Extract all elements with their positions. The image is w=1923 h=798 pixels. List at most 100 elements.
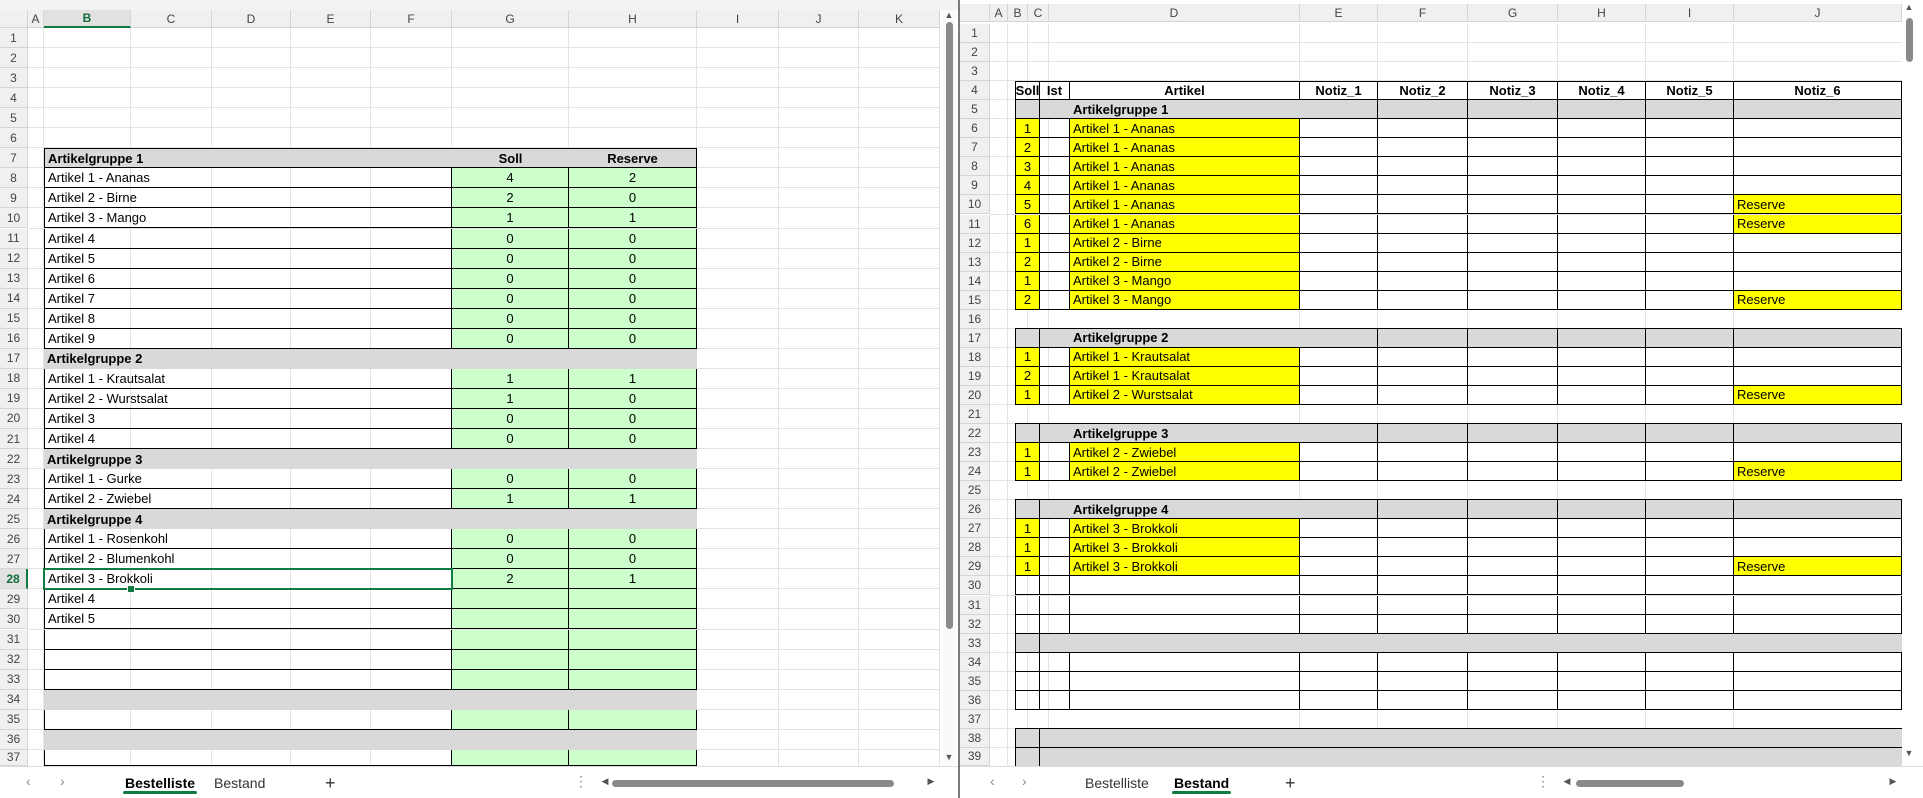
row-header[interactable]: 31	[0, 629, 28, 650]
row-header[interactable]: 39	[960, 747, 990, 766]
row-header[interactable]: 14	[0, 288, 28, 309]
row-header[interactable]: 13	[960, 252, 990, 272]
empty-cell[interactable]	[1468, 671, 1558, 691]
notiz-cell[interactable]	[1558, 290, 1646, 310]
row-header[interactable]: 33	[0, 669, 28, 690]
row-header[interactable]: 21	[960, 405, 990, 425]
column-header[interactable]: F	[371, 10, 452, 28]
notiz-cell[interactable]	[1378, 157, 1468, 177]
notiz-cell[interactable]	[1558, 157, 1646, 177]
notiz-cell[interactable]	[1558, 271, 1646, 291]
row-header[interactable]: 10	[0, 208, 28, 229]
empty-cell[interactable]	[44, 629, 452, 650]
row-header[interactable]: 29	[960, 557, 990, 577]
notiz-cell[interactable]	[1558, 385, 1646, 405]
notiz-cell[interactable]	[1300, 538, 1378, 558]
reserve-value-cell[interactable]: 1	[569, 368, 697, 389]
soll-value-cell[interactable]: 1	[1015, 462, 1040, 482]
soll-value-cell[interactable]: 1	[1015, 538, 1040, 558]
ist-value-cell[interactable]	[1040, 157, 1070, 177]
empty-cell[interactable]	[44, 669, 452, 690]
row-header[interactable]: 2	[0, 48, 28, 69]
item-name-cell[interactable]: Artikel 4	[44, 228, 452, 249]
notiz-cell[interactable]	[1646, 385, 1734, 405]
notiz-cell[interactable]	[1468, 214, 1558, 234]
reserve-value-cell[interactable]	[569, 609, 697, 630]
notiz-cell[interactable]	[1646, 214, 1734, 234]
notiz-cell[interactable]	[1558, 443, 1646, 463]
notiz6-cell[interactable]: Reserve	[1734, 385, 1902, 405]
row-header[interactable]: 13	[0, 268, 28, 289]
notiz-cell[interactable]	[1300, 443, 1378, 463]
notiz6-cell[interactable]: Reserve	[1734, 214, 1902, 234]
row-header[interactable]: 36	[960, 690, 990, 710]
empty-cell[interactable]	[1734, 671, 1902, 691]
notiz-cell[interactable]	[1378, 347, 1468, 367]
notiz6-cell[interactable]: Reserve	[1734, 195, 1902, 215]
item-name-cell[interactable]: Artikel 3 - Mango	[44, 208, 452, 229]
row-header[interactable]: 34	[0, 689, 28, 710]
empty-cell[interactable]	[1040, 671, 1070, 691]
column-header[interactable]: F	[1378, 4, 1468, 22]
notiz-cell[interactable]	[1300, 195, 1378, 215]
artikel-cell[interactable]: Artikel 1 - Ananas	[1070, 157, 1300, 177]
artikel-cell[interactable]: Artikel 1 - Krautsalat	[1070, 366, 1300, 386]
soll-value-cell[interactable]: 0	[452, 268, 569, 289]
notiz6-cell[interactable]	[1734, 119, 1902, 139]
soll-value-cell[interactable]: 1	[452, 368, 569, 389]
notiz-cell[interactable]	[1300, 271, 1378, 291]
item-name-cell[interactable]: Artikel 4	[44, 429, 452, 450]
empty-cell[interactable]	[569, 709, 697, 730]
scroll-up-icon[interactable]: ▲	[942, 10, 956, 20]
notiz-cell[interactable]	[1300, 157, 1378, 177]
reserve-value-cell[interactable]: 0	[569, 248, 697, 269]
notiz-cell[interactable]	[1468, 443, 1558, 463]
scrollbar-thumb[interactable]	[1906, 18, 1913, 62]
notiz-cell[interactable]	[1646, 557, 1734, 577]
column-header[interactable]: G	[1468, 4, 1558, 22]
row-header[interactable]: 28	[0, 569, 28, 590]
scroll-right-icon[interactable]: ▶	[1886, 776, 1900, 787]
row-header[interactable]: 20	[960, 385, 990, 405]
notiz-cell[interactable]	[1300, 385, 1378, 405]
notiz-cell[interactable]	[1300, 214, 1378, 234]
ist-value-cell[interactable]	[1040, 176, 1070, 196]
notiz-cell[interactable]	[1646, 366, 1734, 386]
empty-cell[interactable]	[1558, 614, 1646, 634]
empty-cell[interactable]	[1646, 690, 1734, 710]
reserve-value-cell[interactable]: 0	[569, 408, 697, 429]
row-header[interactable]: 34	[960, 652, 990, 672]
notiz-cell[interactable]	[1646, 233, 1734, 253]
artikel-cell[interactable]: Artikel 1 - Ananas	[1070, 195, 1300, 215]
soll-value-cell[interactable]: 1	[452, 388, 569, 409]
notiz-cell[interactable]	[1378, 214, 1468, 234]
item-name-cell[interactable]: Artikel 2 - Zwiebel	[44, 489, 452, 510]
soll-value-cell[interactable]: 2	[1015, 290, 1040, 310]
artikel-cell[interactable]: Artikel 2 - Wurstsalat	[1070, 385, 1300, 405]
empty-cell[interactable]	[1734, 652, 1902, 672]
notiz6-cell[interactable]	[1734, 233, 1902, 253]
notiz-cell[interactable]	[1558, 138, 1646, 158]
ist-value-cell[interactable]	[1040, 195, 1070, 215]
artikel-cell[interactable]: Artikel 1 - Krautsalat	[1070, 347, 1300, 367]
ist-value-cell[interactable]	[1040, 119, 1070, 139]
empty-cell[interactable]	[1558, 671, 1646, 691]
empty-cell[interactable]	[1378, 595, 1468, 615]
empty-cell[interactable]	[1300, 595, 1378, 615]
row-header[interactable]: 24	[0, 489, 28, 510]
more-options-icon[interactable]: ⋮	[1536, 773, 1550, 790]
empty-cell[interactable]	[569, 669, 697, 690]
empty-cell[interactable]	[1070, 614, 1300, 634]
empty-cell[interactable]	[452, 709, 569, 730]
empty-cell[interactable]	[1300, 671, 1378, 691]
notiz-cell[interactable]	[1468, 157, 1558, 177]
scroll-left-icon[interactable]: ◀	[598, 776, 612, 787]
reserve-value-cell[interactable]: 0	[569, 429, 697, 450]
reserve-value-cell[interactable]: 0	[569, 388, 697, 409]
soll-value-cell[interactable]: 5	[1015, 195, 1040, 215]
soll-value-cell[interactable]: 1	[1015, 557, 1040, 577]
soll-value-cell[interactable]: 0	[452, 248, 569, 269]
row-header[interactable]: 4	[960, 81, 990, 101]
notiz-cell[interactable]	[1378, 462, 1468, 482]
notiz-cell[interactable]	[1646, 462, 1734, 482]
